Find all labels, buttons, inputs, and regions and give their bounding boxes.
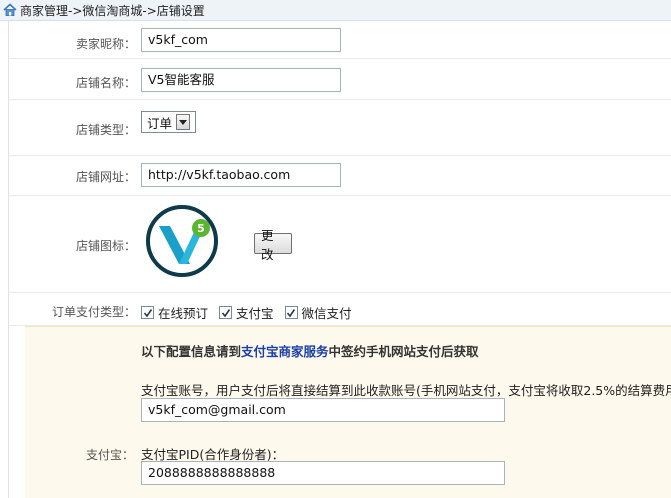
shop-type-select[interactable]: 订单 — [141, 111, 196, 133]
svg-text:5: 5 — [197, 222, 205, 235]
shop-name-label: 店铺名称： — [75, 76, 136, 90]
checkbox-checked-icon[interactable] — [284, 306, 298, 319]
pay-option-label: 在线预订 — [158, 306, 209, 321]
notice-prefix: 以下配置信息请到 — [141, 344, 242, 359]
pay-option-label: 微信支付 — [301, 306, 352, 321]
pay-option-online-booking[interactable]: 在线预订 — [141, 303, 208, 322]
shop-type-selected: 订单 — [147, 115, 173, 131]
pay-option-wechat-pay[interactable]: 微信支付 — [284, 303, 352, 322]
alipay-notice: 以下配置信息请到支付宝商家服务中签约手机网站支付后获取 — [141, 341, 479, 360]
shop-type-label: 店铺类型： — [75, 123, 136, 137]
dropdown-arrow-icon[interactable] — [176, 114, 191, 130]
breadcrumb-path: 商家管理->微信淘商城->店铺设置 — [20, 3, 205, 18]
pay-type-options: 在线预订 支付宝 微信支付 — [141, 303, 363, 322]
checkbox-checked-icon[interactable] — [219, 306, 233, 319]
checkbox-checked-icon[interactable] — [141, 306, 154, 319]
breadcrumb: 商家管理->微信淘商城->店铺设置 — [0, 0, 671, 21]
nickname-field[interactable]: v5kf_com — [141, 28, 341, 52]
alipay-section-label: 支付宝： — [86, 448, 135, 462]
notice-suffix: 中签约手机网站支付后获取 — [328, 344, 479, 359]
change-icon-button[interactable]: 更改 — [254, 228, 292, 262]
nickname-label: 卖家昵称： — [75, 37, 136, 51]
pay-option-alipay[interactable]: 支付宝 — [219, 303, 274, 322]
shop-icon-label: 店铺图标： — [75, 239, 136, 253]
alipay-account-field[interactable]: v5kf_com@gmail.com — [141, 398, 505, 422]
alipay-pid-field[interactable]: 2088888888888888 — [141, 461, 505, 485]
shop-name-field[interactable]: V5智能客服 — [141, 68, 341, 92]
pay-type-label: 订单支付类型： — [51, 305, 136, 319]
shop-url-field[interactable]: http://v5kf.taobao.com — [141, 163, 341, 187]
home-icon[interactable] — [3, 3, 17, 17]
shop-url-label: 店铺网址： — [75, 170, 136, 184]
alipay-account-description: 支付宝账号，用户支付后将直接结算到此收款账号(手机网站支付，支付宝将收取2.5%… — [141, 383, 671, 398]
alipay-merchant-service-link[interactable]: 支付宝商家服务 — [241, 344, 329, 359]
pay-option-label: 支付宝 — [236, 306, 274, 321]
shop-logo-image: 5 — [145, 204, 219, 278]
